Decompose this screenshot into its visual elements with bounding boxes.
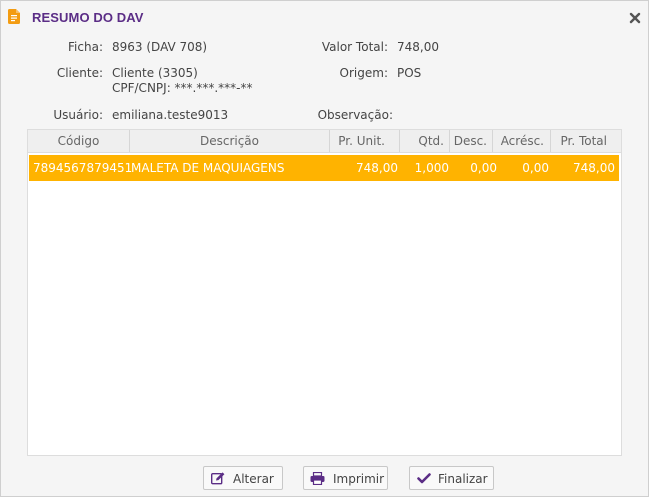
cell-pr-total: 748,00 — [573, 161, 615, 175]
edit-icon — [211, 472, 225, 485]
column-header-qtd[interactable]: Qtd. — [400, 130, 450, 152]
ficha-label: Ficha: — [68, 40, 103, 54]
column-header-desc[interactable]: Desc. — [450, 130, 493, 152]
cliente-value: Cliente (3305) — [112, 66, 198, 80]
usuario-value: emiliana.teste9013 — [112, 108, 229, 122]
finalizar-button[interactable]: Finalizar — [409, 466, 494, 490]
cell-descricao: MALETA DE MAQUIAGENS — [131, 161, 285, 175]
cpf-cnpj-value: CPF/CNPJ: ***.***.***-** — [112, 81, 253, 95]
cell-codigo: 7894567879451 — [33, 161, 133, 175]
finalizar-label: Finalizar — [438, 472, 488, 486]
close-icon[interactable] — [628, 11, 642, 25]
origem-label: Origem: — [339, 66, 388, 80]
dav-summary-dialog: RESUMO DO DAV Ficha: 8963 (DAV 708) Clie… — [0, 0, 649, 497]
column-header-acresc[interactable]: Acrésc. — [493, 130, 551, 152]
column-header-pr-unit[interactable]: Pr. Unit. — [330, 130, 400, 152]
ficha-value: 8963 (DAV 708) — [112, 40, 208, 54]
imprimir-label: Imprimir — [333, 472, 385, 486]
items-grid: Código Descrição Pr. Unit. Qtd. Desc. Ac… — [27, 129, 622, 456]
printer-icon — [310, 472, 325, 485]
cell-acresc: 0,00 — [522, 161, 549, 175]
dialog-title: RESUMO DO DAV — [32, 10, 144, 25]
table-row[interactable]: 7894567879451 MALETA DE MAQUIAGENS 748,0… — [29, 155, 619, 181]
valor-total-label: Valor Total: — [321, 40, 388, 54]
column-header-descricao[interactable]: Descrição — [130, 130, 330, 152]
usuario-label: Usuário: — [53, 108, 103, 122]
checkmark-icon — [417, 473, 431, 484]
cell-pr-unit: 748,00 — [356, 161, 398, 175]
observacao-label: Observação: — [317, 108, 393, 122]
cell-qtd: 1,000 — [414, 161, 449, 175]
column-header-pr-total[interactable]: Pr. Total — [551, 130, 621, 152]
cliente-label: Cliente: — [56, 66, 103, 80]
alterar-label: Alterar — [233, 472, 274, 486]
column-header-codigo[interactable]: Código — [28, 130, 130, 152]
alterar-button[interactable]: Alterar — [203, 466, 283, 490]
imprimir-button[interactable]: Imprimir — [303, 466, 388, 490]
document-icon — [8, 9, 20, 24]
origem-value: POS — [397, 66, 422, 80]
dialog-titlebar: RESUMO DO DAV — [1, 1, 648, 34]
grid-header: Código Descrição Pr. Unit. Qtd. Desc. Ac… — [28, 130, 621, 153]
valor-total-value: 748,00 — [397, 40, 439, 54]
cell-desc: 0,00 — [470, 161, 497, 175]
